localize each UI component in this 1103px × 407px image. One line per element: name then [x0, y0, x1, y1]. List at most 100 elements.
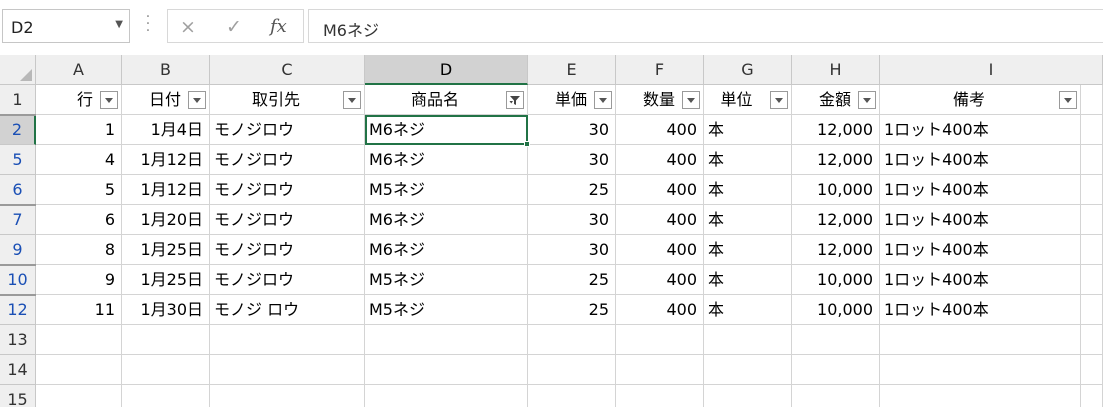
empty-cell[interactable]	[210, 385, 365, 407]
table-cell[interactable]: 1月20日	[122, 205, 210, 235]
table-cell[interactable]: M5ネジ	[365, 265, 528, 295]
filter-dropdown-icon[interactable]	[594, 91, 612, 109]
table-cell[interactable]: 1ロット400本	[880, 235, 1081, 265]
empty-cell[interactable]	[365, 325, 528, 355]
empty-cell[interactable]	[616, 325, 704, 355]
table-cell[interactable]: 本	[704, 295, 792, 325]
empty-cell[interactable]	[792, 325, 880, 355]
table-cell[interactable]: 1ロット400本	[880, 205, 1081, 235]
table-cell[interactable]: 400	[616, 295, 704, 325]
filter-dropdown-icon[interactable]	[343, 91, 361, 109]
table-cell[interactable]: 1ロット400本	[880, 295, 1081, 325]
row-header[interactable]: 12	[0, 295, 36, 325]
table-cell[interactable]: 6	[36, 205, 122, 235]
filter-dropdown-icon[interactable]	[1059, 91, 1077, 109]
table-cell[interactable]: 1月30日	[122, 295, 210, 325]
empty-cell[interactable]	[1081, 205, 1103, 235]
table-cell[interactable]: M6ネジ	[365, 115, 528, 145]
table-cell[interactable]: 1	[36, 115, 122, 145]
chevron-down-icon[interactable]: ▼	[115, 19, 123, 30]
formula-input[interactable]: M6ネジ	[308, 9, 1103, 43]
filter-dropdown-icon[interactable]	[682, 91, 700, 109]
empty-cell[interactable]	[880, 325, 1081, 355]
table-cell[interactable]: M5ネジ	[365, 295, 528, 325]
table-cell[interactable]: 12,000	[792, 115, 880, 145]
table-cell[interactable]: 25	[528, 175, 616, 205]
table-cell[interactable]: 本	[704, 235, 792, 265]
row-header[interactable]: 5	[0, 145, 36, 175]
table-cell[interactable]: M6ネジ	[365, 145, 528, 175]
row-header[interactable]: 7	[0, 205, 36, 235]
table-cell[interactable]: 1月25日	[122, 265, 210, 295]
row-header[interactable]: 6	[0, 175, 36, 205]
table-cell[interactable]: 10,000	[792, 265, 880, 295]
empty-cell[interactable]	[365, 355, 528, 385]
insert-function-icon[interactable]: fx	[270, 16, 287, 37]
row-header[interactable]: 13	[0, 325, 36, 355]
row-header[interactable]: 9	[0, 235, 36, 265]
cancel-icon[interactable]: ×	[180, 16, 196, 38]
empty-cell[interactable]	[1081, 325, 1103, 355]
table-cell[interactable]: 400	[616, 115, 704, 145]
column-header-c[interactable]: C	[210, 55, 365, 85]
table-cell[interactable]: 1月25日	[122, 235, 210, 265]
empty-cell[interactable]	[704, 355, 792, 385]
table-cell[interactable]: 1月12日	[122, 175, 210, 205]
table-cell[interactable]: 1月12日	[122, 145, 210, 175]
empty-cell[interactable]	[36, 355, 122, 385]
empty-cell[interactable]	[1081, 175, 1103, 205]
row-header[interactable]: 2	[0, 115, 36, 145]
table-cell[interactable]: モノジ ロウ	[210, 295, 365, 325]
filter-active-icon[interactable]	[506, 91, 524, 109]
table-cell[interactable]: 30	[528, 115, 616, 145]
filter-dropdown-icon[interactable]	[858, 91, 876, 109]
empty-cell[interactable]	[528, 325, 616, 355]
table-cell[interactable]: モノジロウ	[210, 115, 365, 145]
table-cell[interactable]: 本	[704, 145, 792, 175]
table-cell[interactable]: 5	[36, 175, 122, 205]
empty-cell[interactable]	[1081, 115, 1103, 145]
table-cell[interactable]: モノジロウ	[210, 205, 365, 235]
empty-cell[interactable]	[616, 385, 704, 407]
column-header-f[interactable]: F	[616, 55, 704, 85]
empty-cell[interactable]	[880, 385, 1081, 407]
empty-cell[interactable]	[704, 325, 792, 355]
table-cell[interactable]: 12,000	[792, 205, 880, 235]
table-cell[interactable]: 400	[616, 265, 704, 295]
empty-cell[interactable]	[1081, 385, 1103, 407]
table-cell[interactable]: 400	[616, 145, 704, 175]
column-header-i[interactable]: I	[880, 55, 1103, 85]
empty-cell[interactable]	[1081, 265, 1103, 295]
row-header[interactable]: 14	[0, 355, 36, 385]
empty-cell[interactable]	[1081, 235, 1103, 265]
row-header[interactable]: 10	[0, 265, 36, 295]
select-all-corner[interactable]	[0, 55, 36, 85]
empty-cell[interactable]	[365, 385, 528, 407]
table-cell[interactable]: 30	[528, 235, 616, 265]
table-cell[interactable]: 本	[704, 175, 792, 205]
table-cell[interactable]: M6ネジ	[365, 205, 528, 235]
column-header-a[interactable]: A	[36, 55, 122, 85]
table-cell[interactable]: 30	[528, 205, 616, 235]
table-cell[interactable]: M5ネジ	[365, 175, 528, 205]
table-cell[interactable]: 30	[528, 145, 616, 175]
table-cell[interactable]: 25	[528, 265, 616, 295]
table-cell[interactable]: 1ロット400本	[880, 265, 1081, 295]
table-cell[interactable]: 12,000	[792, 145, 880, 175]
empty-cell[interactable]	[210, 325, 365, 355]
table-cell[interactable]: 4	[36, 145, 122, 175]
table-cell[interactable]: 1ロット400本	[880, 145, 1081, 175]
empty-cell[interactable]	[792, 355, 880, 385]
column-header-b[interactable]: B	[122, 55, 210, 85]
empty-cell[interactable]	[616, 355, 704, 385]
table-cell[interactable]: モノジロウ	[210, 265, 365, 295]
table-cell[interactable]: 10,000	[792, 175, 880, 205]
table-cell[interactable]: モノジロウ	[210, 175, 365, 205]
table-cell[interactable]: モノジロウ	[210, 235, 365, 265]
column-header-e[interactable]: E	[528, 55, 616, 85]
table-cell[interactable]: 400	[616, 235, 704, 265]
table-cell[interactable]: 9	[36, 265, 122, 295]
column-header-g[interactable]: G	[704, 55, 792, 85]
table-cell[interactable]: モノジロウ	[210, 145, 365, 175]
empty-cell[interactable]	[1081, 295, 1103, 325]
